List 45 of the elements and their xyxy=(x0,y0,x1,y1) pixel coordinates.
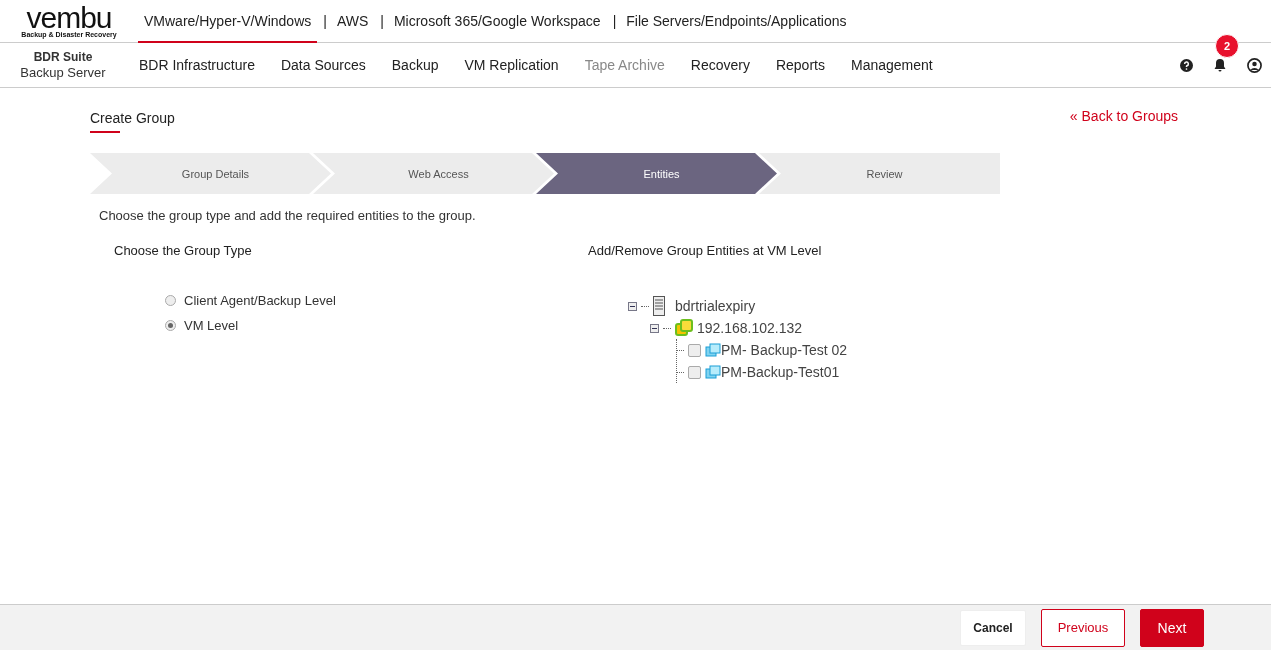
nav-tab[interactable]: AWS xyxy=(330,0,375,43)
bell-icon[interactable] xyxy=(1213,58,1227,72)
section-heading: Add/Remove Group Entities at VM Level xyxy=(588,243,823,258)
notification-badge: 2 xyxy=(1215,34,1239,58)
back-link[interactable]: « Back to Groups xyxy=(1069,108,1178,124)
menu-item[interactable]: Backup xyxy=(378,57,452,73)
collapse-icon[interactable] xyxy=(628,301,637,311)
checkbox[interactable] xyxy=(688,365,701,379)
collapse-icon[interactable] xyxy=(650,323,659,333)
radio-button[interactable] xyxy=(165,320,176,331)
vm-icon xyxy=(705,365,721,379)
nav-tab[interactable]: VMware/Hyper-V/Windows xyxy=(138,0,318,43)
menu-item[interactable]: Recovery xyxy=(677,57,763,73)
menu-item[interactable]: Data Sources xyxy=(267,57,379,73)
nav-separator: | xyxy=(322,12,328,31)
tree-item-label[interactable]: bdrtrialexpiry xyxy=(675,298,756,314)
nav-separator: | xyxy=(611,12,618,31)
host-icon xyxy=(675,319,693,337)
tree-item-label[interactable]: 192.168.102.132 xyxy=(697,320,803,336)
checkbox[interactable] xyxy=(688,343,701,357)
nav-tab[interactable]: File Servers/Endpoints/Applications xyxy=(620,0,853,43)
product-name: BDR Suite xyxy=(32,49,94,65)
menu-item[interactable]: BDR Infrastructure xyxy=(126,57,268,73)
radio-label[interactable]: VM Level xyxy=(184,318,239,333)
menu-item[interactable]: Management xyxy=(837,57,946,73)
user-icon[interactable] xyxy=(1247,57,1262,73)
product-subtitle: Backup Server xyxy=(19,65,107,81)
instruction-text: Choose the group type and add the required entities to the group. xyxy=(99,208,477,223)
logo-text: vembu xyxy=(26,4,112,31)
server-icon xyxy=(653,296,665,316)
next-button[interactable]: Next xyxy=(1140,608,1204,647)
previous-button[interactable]: Previous xyxy=(1041,608,1125,647)
menu-item[interactable]: VM Replication xyxy=(451,57,572,73)
help-icon[interactable] xyxy=(1180,58,1193,72)
radio-button[interactable] xyxy=(165,295,176,306)
menu-item[interactable]: Reports xyxy=(762,57,838,73)
vm-icon xyxy=(705,343,721,357)
radio-label[interactable]: Client Agent/Backup Level xyxy=(184,293,336,308)
tree-item-label[interactable]: PM-Backup-Test01 xyxy=(721,364,840,380)
page-title: Create Group xyxy=(90,110,175,130)
section-heading: Choose the Group Type xyxy=(114,243,253,258)
tree-item-label[interactable]: PM- Backup-Test 02 xyxy=(721,342,848,358)
nav-separator: | xyxy=(379,12,385,31)
cancel-button[interactable]: Cancel xyxy=(960,609,1026,646)
nav-tab[interactable]: Microsoft 365/Google Workspace xyxy=(387,0,607,43)
